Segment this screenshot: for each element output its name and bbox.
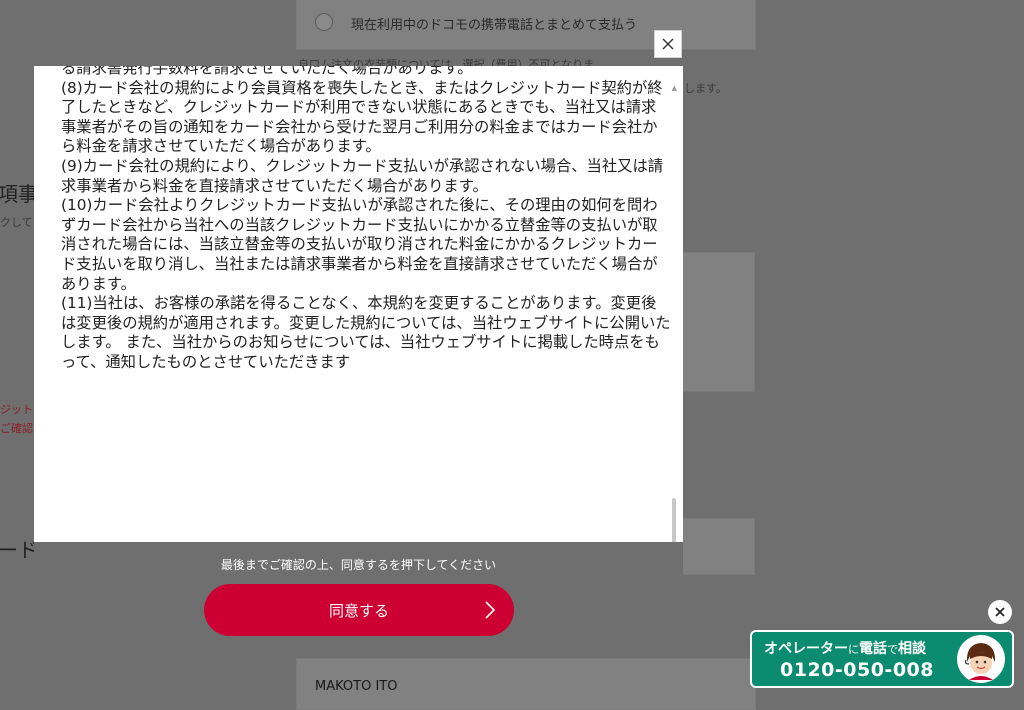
modal-footer: 最後までご確認の上、同意するを押下してください 同意する [34, 542, 683, 649]
operator-title-d: で [887, 643, 898, 656]
background-card-right-2 [683, 518, 755, 575]
red-notice-2: ご確認 [0, 422, 33, 435]
terms-paragraph: (11)当社は、お客様の承諾を得ることなく、本規約を変更することがあります。変更… [61, 294, 671, 371]
chevron-right-icon [485, 601, 496, 619]
scroll-up-arrow-icon[interactable]: ▲ [672, 84, 677, 92]
section-subtext-fragment: クして [0, 216, 33, 229]
operator-avatar-icon [957, 635, 1005, 683]
close-icon [662, 38, 674, 50]
terms-paragraph: (10)カード会社よりクレジットカード支払いが承認された後に、その理由の如何を問… [61, 196, 658, 293]
operator-title-a: オペレーター [764, 641, 848, 657]
operator-phone-banner[interactable]: オペレーターに電話で相談 0120-050-008 [750, 630, 1014, 688]
terms-modal: る請求書発行手数料を請求させていただく場合があります。 (8)カード会社の規約に… [34, 66, 683, 649]
payment-radio[interactable] [315, 13, 333, 31]
background-card-right [683, 252, 755, 392]
operator-title-c: 電話 [859, 641, 887, 657]
operator-title-b: に [848, 643, 859, 656]
agree-button-label: 同意する [328, 601, 389, 620]
close-icon [995, 607, 1005, 617]
operator-title: オペレーターに電話で相談 [764, 638, 926, 658]
payment-option-card[interactable]: 現在利用中のドコモの携帯電話とまとめて支払う [296, 0, 756, 50]
footer-note: 最後までご確認の上、同意するを押下してください [220, 558, 497, 572]
terms-paragraph: (8)カード会社の規約により会員資格を喪失したとき、またはクレジットカード契約が… [61, 78, 663, 156]
terms-scroll-area[interactable]: る請求書発行手数料を請求させていただく場合があります。 (8)カード会社の規約に… [34, 66, 683, 542]
terms-paragraph: (9)カード会社の規約により、クレジットカード支払いが承認されない場合、当社又は… [61, 156, 664, 195]
modal-close-button[interactable] [654, 30, 682, 58]
name-value: MAKOTO ITO [315, 679, 398, 694]
operator-phone-number: 0120-050-008 [780, 659, 934, 681]
operator-title-e: 相談 [898, 641, 926, 657]
operator-close-button[interactable] [988, 600, 1012, 624]
name-field[interactable]: MAKOTO ITO [296, 658, 756, 710]
note-line-end: します。 [684, 82, 727, 95]
terms-text: る請求書発行手数料を請求させていただく場合があります。 (8)カード会社の規約に… [61, 66, 671, 373]
terms-paragraph: る請求書発行手数料を請求させていただく場合があります。 [61, 66, 473, 77]
payment-option-label: 現在利用中のドコモの携帯電話とまとめて支払う [351, 18, 638, 33]
agree-button[interactable]: 同意する [204, 584, 514, 636]
